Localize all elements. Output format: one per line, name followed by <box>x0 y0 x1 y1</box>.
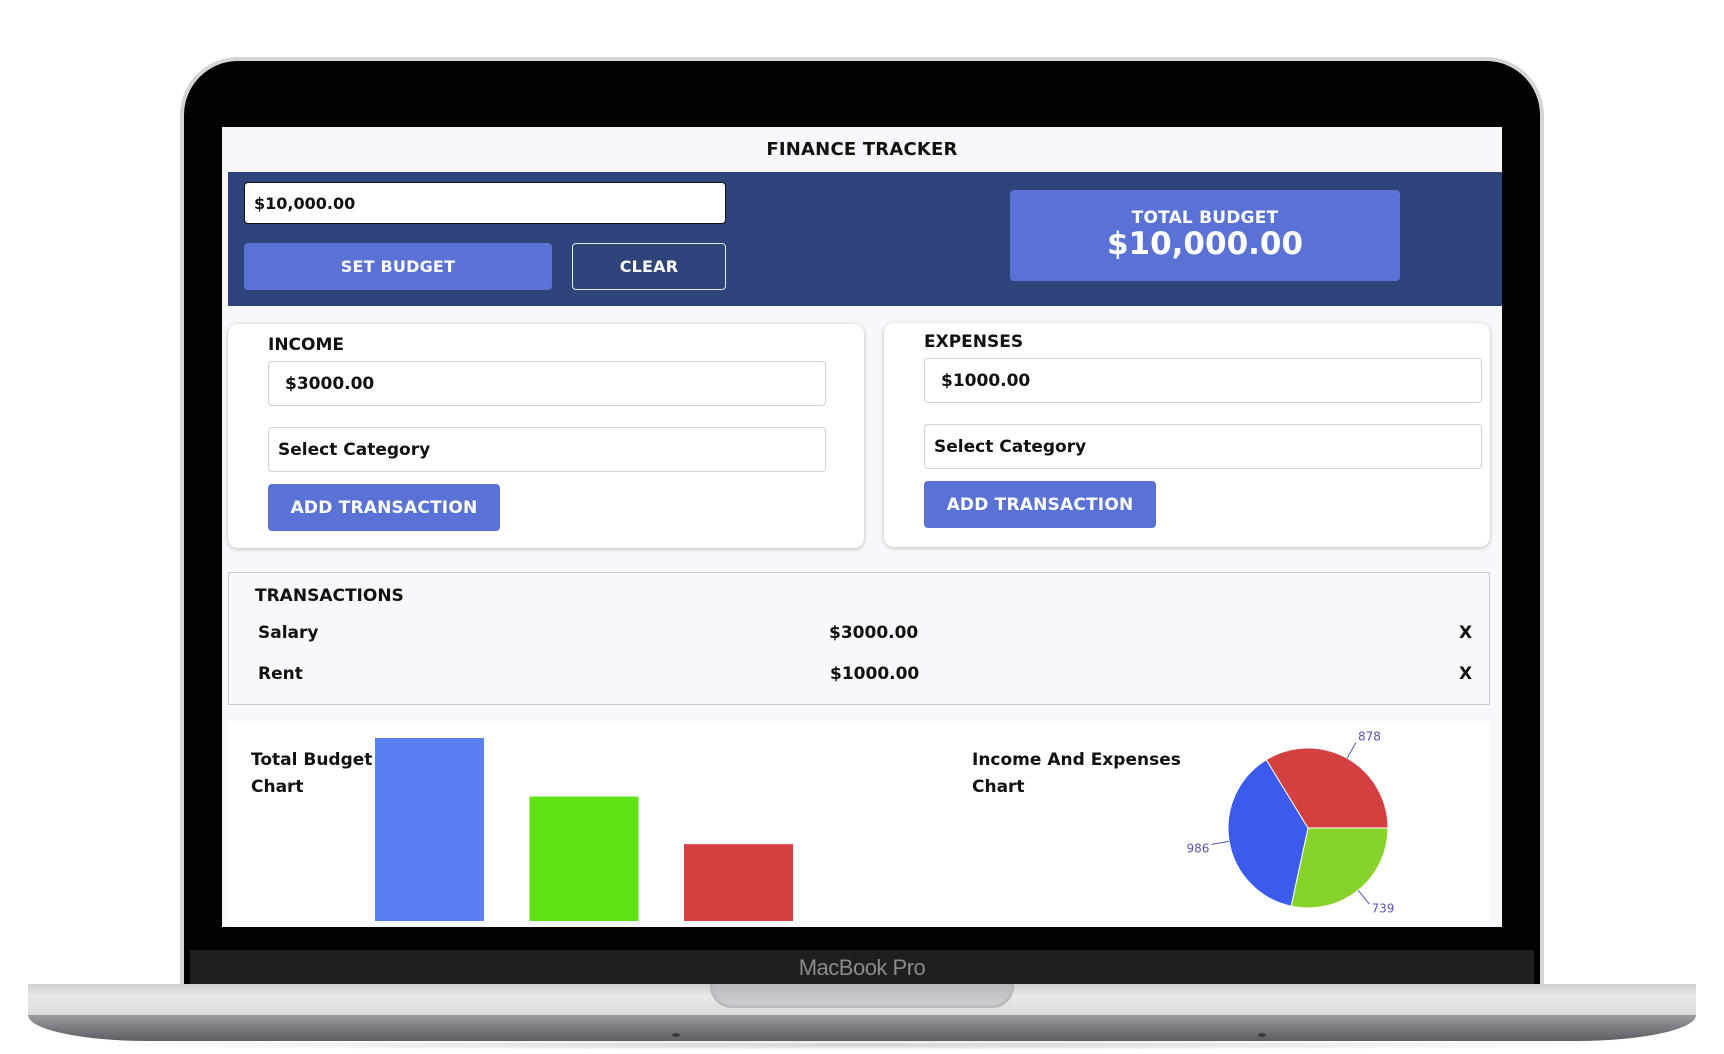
transactions-title: TRANSACTIONS <box>255 586 404 606</box>
expenses-title: EXPENSES <box>924 332 1024 352</box>
total-budget-label: TOTAL BUDGET <box>1131 208 1279 228</box>
pie-leader-line <box>1346 742 1357 759</box>
income-amount-input[interactable]: $3000.00 <box>268 361 826 406</box>
total-budget-card: TOTAL BUDGET $10,000.00 <box>1010 190 1400 281</box>
budget-panel: SET BUDGET CLEAR TOTAL BUDGET $10,000.00 <box>228 172 1502 306</box>
set-budget-button[interactable]: SET BUDGET <box>244 243 552 290</box>
pie-slice-label: 739 <box>1372 901 1395 915</box>
laptop-base-bottom <box>28 1015 1696 1041</box>
expenses-add-transaction-button[interactable]: ADD TRANSACTION <box>924 481 1156 528</box>
charts-section: Total Budget Chart Income And Expenses C… <box>228 721 1490 921</box>
laptop-foot <box>1258 1033 1266 1037</box>
laptop-notch <box>710 984 1014 1008</box>
laptop-foot <box>672 1033 680 1037</box>
pie-slice-label: 986 <box>1186 841 1209 855</box>
income-expenses-pie-chart: 739 986 878 <box>1186 730 1395 916</box>
pie-slice-label: 878 <box>1358 730 1381 744</box>
expenses-category-select[interactable]: Select Category <box>924 424 1482 469</box>
income-add-transaction-button[interactable]: ADD TRANSACTION <box>268 484 500 531</box>
pie-leader-line <box>1357 889 1370 905</box>
transaction-amount: $3000.00 <box>829 623 919 643</box>
transaction-name: Salary <box>258 623 319 643</box>
app-screen: FINANCE TRACKER SET BUDGET CLEAR TOTAL B… <box>222 127 1502 927</box>
laptop-brand-label: MacBook Pro <box>798 955 926 980</box>
total-budget-value: $10,000.00 <box>1106 226 1304 262</box>
income-category-select[interactable]: Select Category <box>268 427 826 472</box>
transactions-list: TRANSACTIONS Salary $3000.00 X Rent $100… <box>228 572 1490 705</box>
transaction-amount: $1000.00 <box>830 664 920 684</box>
budget-input[interactable] <box>244 182 726 224</box>
laptop-shadow <box>60 1040 1664 1050</box>
transaction-row: Rent $1000.00 X <box>229 664 1489 694</box>
app-title: FINANCE TRACKER <box>766 139 958 160</box>
income-card: INCOME $3000.00 Select Category ADD TRAN… <box>228 324 864 548</box>
transaction-row: Salary $3000.00 X <box>229 623 1489 653</box>
pie-leader-line <box>1211 840 1230 845</box>
delete-transaction-button[interactable]: X <box>1459 623 1472 643</box>
delete-transaction-button[interactable]: X <box>1459 664 1472 684</box>
expenses-amount-input[interactable]: $1000.00 <box>924 358 1482 403</box>
expenses-card: EXPENSES $1000.00 Select Category ADD TR… <box>884 323 1490 547</box>
income-title: INCOME <box>268 335 345 355</box>
clear-button[interactable]: CLEAR <box>572 243 726 290</box>
transaction-name: Rent <box>258 664 303 684</box>
